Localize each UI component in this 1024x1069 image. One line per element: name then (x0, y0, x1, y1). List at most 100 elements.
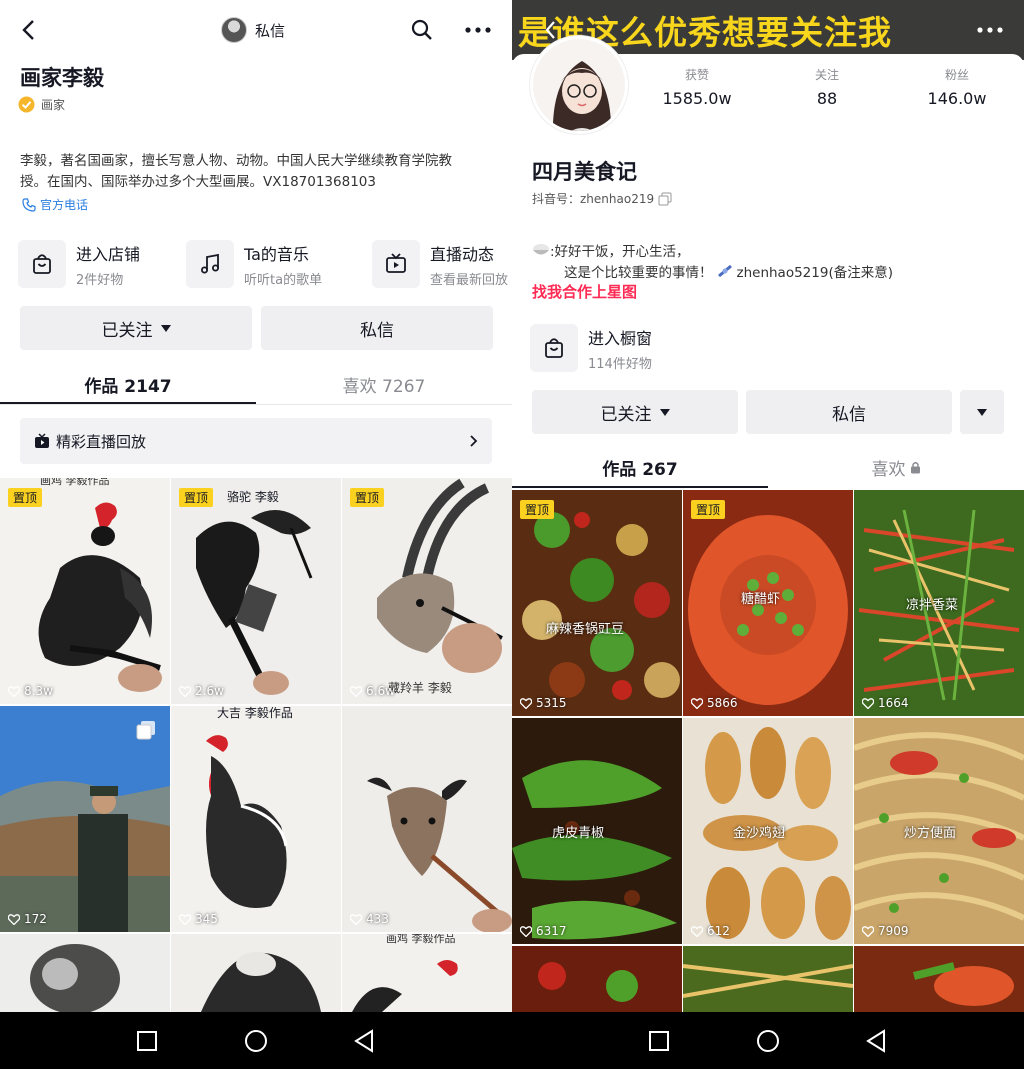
official-phone-link[interactable]: 官方电话 (22, 196, 88, 213)
video-thumb-cilantro-salad[interactable]: 凉拌香菜 1664 (854, 490, 1024, 716)
ta-music-entry[interactable]: Ta的音乐 听听ta的歌单 (186, 240, 322, 288)
live-replay-banner[interactable]: 精彩直播回放 (20, 418, 492, 464)
enter-shop-sub: 2件好物 (76, 272, 124, 288)
video-thumb-deer[interactable]: 433 (342, 706, 512, 932)
pinned-badge: 置顶 (179, 488, 214, 507)
home-circle-icon[interactable] (753, 1026, 783, 1056)
food-dish-image (854, 946, 1024, 1012)
top-nav-bar: 私信 (0, 0, 512, 60)
heart-icon (350, 685, 362, 697)
followed-button[interactable]: 已关注 (532, 390, 738, 434)
stat-followers-value: 146.0w (927, 89, 987, 108)
heart-icon (520, 925, 532, 937)
shopping-bag-icon (530, 324, 578, 372)
like-count-value: 7909 (878, 924, 909, 938)
video-thumb-antelope[interactable]: 置顶 藏羚羊 李毅 6.6w (342, 478, 512, 704)
video-thumb-fried-noodles[interactable]: 炒方便面 7909 (854, 718, 1024, 944)
video-top-caption: 大吉 李毅作品 (217, 706, 293, 720)
message-pill-label: 私信 (255, 21, 286, 40)
like-count: 8.3w (8, 684, 53, 698)
video-thumb-golden-wings[interactable]: 金沙鸡翅 612 (683, 718, 853, 944)
caret-down-icon (160, 324, 171, 332)
like-count: 5866 (691, 696, 738, 710)
live-updates-entry[interactable]: 直播动态 查看最新回放 (372, 240, 508, 288)
stat-following[interactable]: 关注 88 (782, 66, 872, 108)
message-button[interactable]: 私信 (746, 390, 952, 434)
like-count-value: 5315 (536, 696, 567, 710)
video-thumb-partial-3[interactable] (854, 946, 1024, 1012)
like-count: 6.6w (350, 684, 395, 698)
heart-icon (691, 925, 703, 937)
message-pill-button[interactable]: 私信 (218, 14, 295, 46)
heart-icon (179, 685, 191, 697)
stat-likes[interactable]: 获赞 1585.0w (652, 66, 742, 108)
heart-icon (179, 913, 191, 925)
bio-line-2: 授。在国内、国际举办过多个大型画展。VX18701368103 (20, 174, 376, 190)
more-icon[interactable] (974, 16, 1006, 44)
live-replay-label: 精彩直播回放 (56, 432, 147, 451)
enter-shop-entry[interactable]: 进入店铺 2件好物 (18, 240, 140, 288)
video-thumb-spicy-beans[interactable]: 置顶 麻辣香锅豇豆 5315 (512, 490, 682, 716)
video-thumb-partial-1[interactable] (512, 946, 682, 1012)
stat-followers[interactable]: 粉丝 146.0w (912, 66, 1002, 108)
cooperation-link[interactable]: 找我合作上星图 (532, 281, 637, 302)
like-count-value: 6.6w (366, 684, 395, 698)
video-thumb-partial-2[interactable] (683, 946, 853, 1012)
tab-works[interactable]: 作品 2147 (0, 366, 256, 402)
more-icon[interactable] (462, 16, 494, 44)
like-count-value: 2.6w (195, 684, 224, 698)
heart-icon (8, 913, 20, 925)
tab-likes[interactable]: 喜欢 (768, 450, 1024, 484)
rooster-painting-image (171, 706, 341, 932)
pinned-badge: 置顶 (691, 500, 726, 519)
live-tv-icon (372, 240, 420, 288)
multi-image-icon (136, 721, 155, 740)
profile-name: 画家李毅 (20, 66, 104, 90)
enter-window-entry[interactable]: 进入橱窗 114件好物 (530, 324, 652, 372)
recent-apps-square-icon[interactable] (644, 1026, 674, 1056)
tab-likes[interactable]: 喜欢 7267 (256, 366, 512, 402)
caret-down-icon (659, 408, 670, 416)
home-circle-icon[interactable] (241, 1026, 271, 1056)
video-thumb-partial-1[interactable] (0, 934, 170, 1012)
like-count-value: 8.3w (24, 684, 53, 698)
like-count: 172 (8, 912, 47, 926)
verified-badge: 画家 (18, 96, 65, 113)
video-thumb-painter-photo[interactable]: 172 (0, 706, 170, 932)
video-thumb-partial-3[interactable]: 画鸡 李毅作品 (342, 934, 512, 1012)
tab-works[interactable]: 作品 267 (512, 450, 768, 484)
live-replay-icon (35, 433, 49, 448)
ink-painting-image (171, 934, 341, 1012)
like-count: 6317 (520, 924, 567, 938)
followed-button[interactable]: 已关注 (20, 306, 252, 350)
phone-link-icon (22, 197, 36, 212)
video-thumb-partial-2[interactable] (171, 934, 341, 1012)
search-icon[interactable] (408, 16, 436, 44)
video-thumb-sweet-sour-shrimp[interactable]: 置顶 糖醋虾 5866 (683, 490, 853, 716)
dish-caption: 糖醋虾 (741, 592, 781, 607)
stat-followers-label: 粉丝 (944, 68, 969, 82)
live-updates-title: 直播动态 (430, 244, 495, 264)
like-count: 612 (691, 924, 730, 938)
avatar (221, 17, 247, 43)
video-thumb-rooster[interactable]: 置顶 画鸡 李毅作品 8.3w (0, 478, 170, 704)
back-arrow-icon[interactable] (14, 16, 42, 44)
message-button[interactable]: 私信 (261, 306, 493, 350)
heart-icon (862, 697, 874, 709)
bio-contact-text: zhenhao5219(备注来意) (736, 265, 893, 281)
back-triangle-icon[interactable] (350, 1026, 380, 1056)
video-thumb-tiger-peppers[interactable]: 虎皮青椒 6317 (512, 718, 682, 944)
antelope-painting-image (342, 478, 512, 704)
enter-window-title: 进入橱窗 (588, 328, 653, 348)
avatar[interactable] (530, 36, 628, 134)
video-thumb-rooster-2[interactable]: 大吉 李毅作品 345 (171, 706, 341, 932)
video-thumb-camel[interactable]: 置顶 骆驼 李毅 2.6w (171, 478, 341, 704)
pinned-badge: 置顶 (8, 488, 43, 507)
video-top-caption: 骆驼 李毅 (227, 490, 279, 504)
stat-following-value: 88 (816, 89, 838, 108)
tab-works-underline (512, 486, 768, 488)
copy-icon[interactable] (658, 192, 672, 206)
recent-apps-square-icon[interactable] (132, 1026, 162, 1056)
back-triangle-icon[interactable] (862, 1026, 892, 1056)
more-options-button[interactable] (960, 390, 1004, 434)
